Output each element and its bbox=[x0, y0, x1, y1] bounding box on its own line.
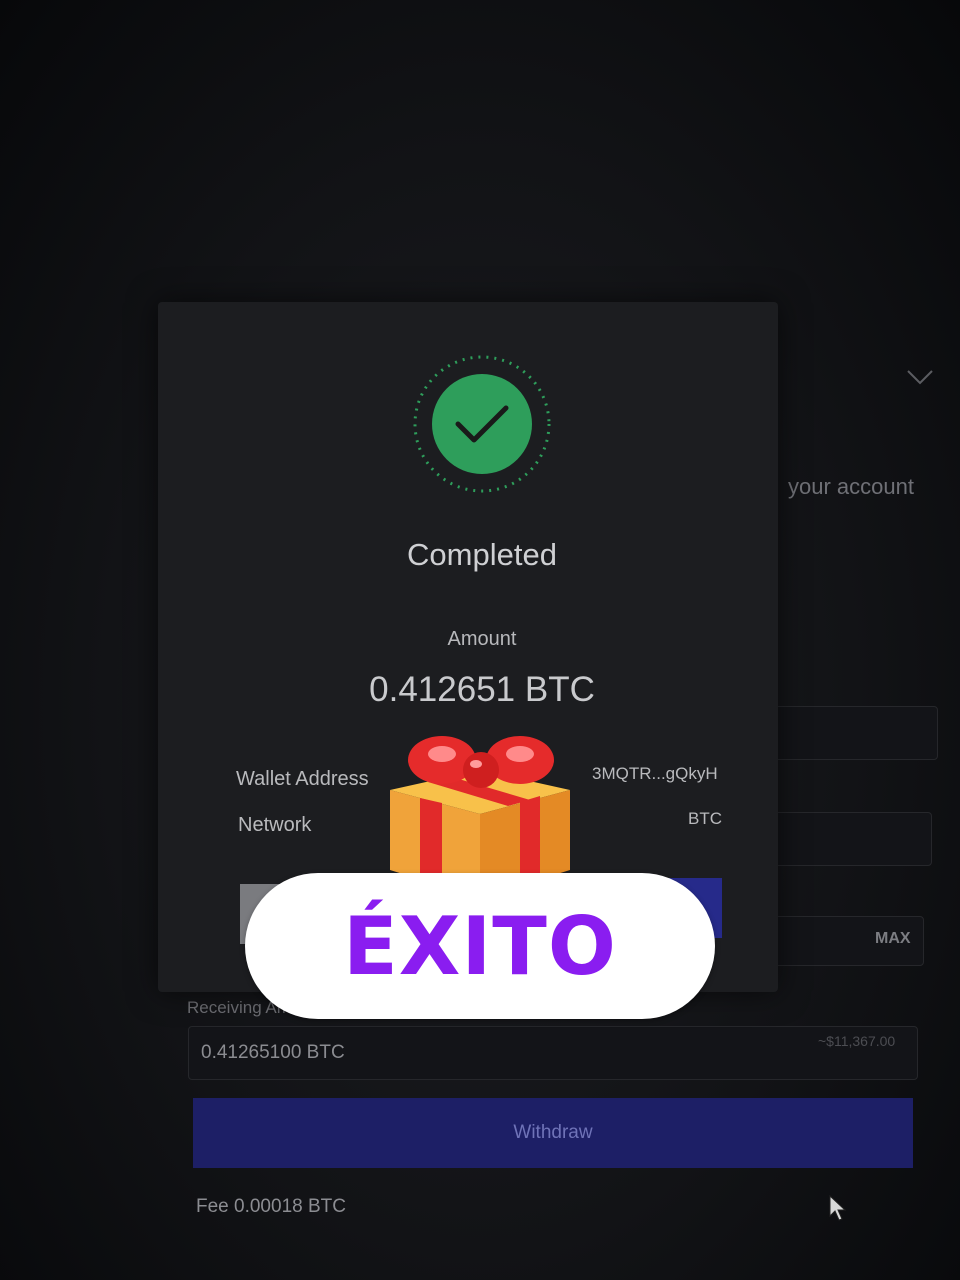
wallet-address-label: Wallet Address bbox=[236, 768, 369, 790]
network-select[interactable] bbox=[770, 812, 932, 866]
success-sticker-text: ÉXITO bbox=[343, 899, 617, 993]
fee-text: Fee 0.00018 BTC bbox=[196, 1196, 346, 1217]
account-text: your account bbox=[788, 474, 914, 499]
amount-value: 0.412651 BTC bbox=[369, 670, 595, 709]
withdraw-button[interactable]: Withdraw bbox=[193, 1098, 913, 1168]
chevron-down-icon[interactable] bbox=[905, 362, 935, 392]
network-label: Network bbox=[238, 814, 312, 836]
receiving-amount-usd: ~$11,367.00 bbox=[818, 1033, 896, 1049]
mouse-cursor-icon bbox=[829, 1195, 847, 1221]
success-sticker: ÉXITO bbox=[245, 873, 715, 1019]
address-input[interactable] bbox=[770, 706, 938, 760]
success-check-icon bbox=[413, 355, 551, 493]
wallet-address-value: 3MQTR...gQkyH bbox=[592, 764, 718, 783]
receiving-amount-value: 0.41265100 BTC bbox=[201, 1042, 345, 1063]
amount-label: Amount bbox=[447, 628, 517, 650]
status-title: Completed bbox=[407, 537, 557, 572]
max-button[interactable]: MAX bbox=[875, 930, 911, 948]
network-value: BTC bbox=[688, 809, 722, 828]
